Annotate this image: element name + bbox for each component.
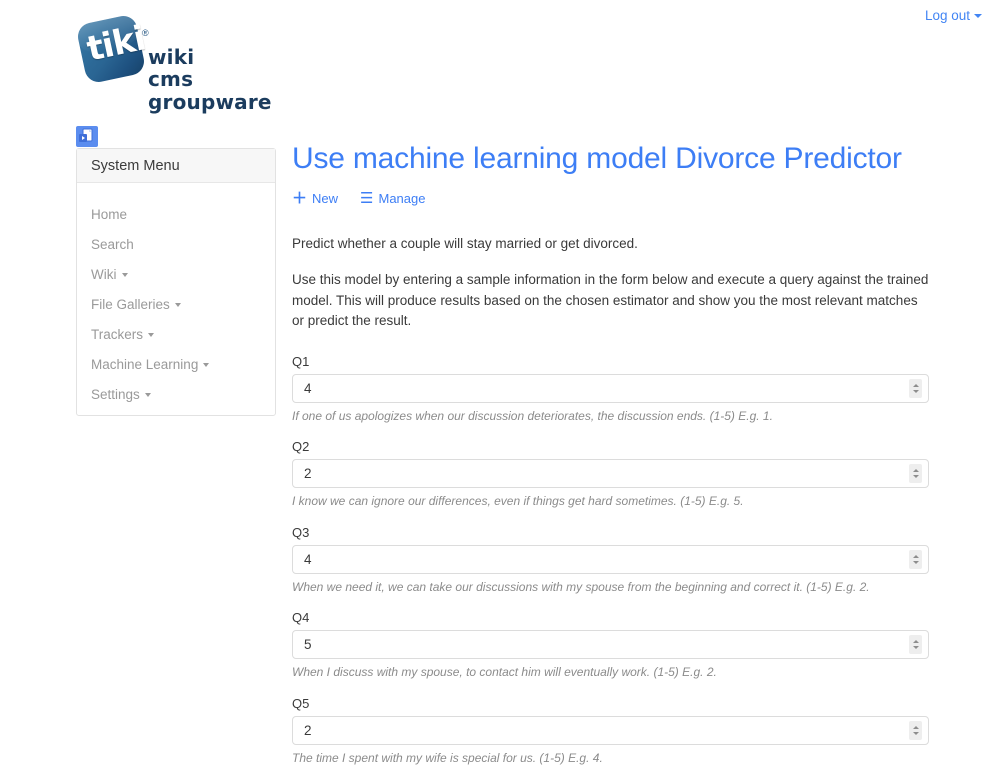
input-q4[interactable] (292, 630, 929, 660)
field-group: Q1 If one of us apologizes when our discu… (292, 354, 932, 425)
chevron-down-icon[interactable] (912, 389, 919, 393)
field-label-q4: Q4 (292, 610, 310, 626)
page-copy-icon[interactable] (76, 126, 98, 147)
number-stepper-q3[interactable] (909, 549, 922, 569)
field-group: Q4 When I discuss with my spouse, to cont… (292, 610, 932, 681)
chevron-up-icon[interactable] (912, 469, 919, 473)
manage-button[interactable]: ☰ Manage (360, 191, 425, 206)
prediction-form: Q1 If one of us apologizes when our discu… (292, 354, 932, 767)
list-item: Wiki (77, 259, 275, 289)
field-input-wrapper (292, 544, 932, 574)
chevron-up-icon[interactable] (912, 640, 919, 644)
field-help-q1: If one of us apologizes when our discuss… (292, 408, 773, 423)
new-button[interactable]: ＋ New (292, 191, 338, 206)
number-stepper-q4[interactable] (909, 635, 922, 655)
list-item: Machine Learning (77, 349, 275, 379)
input-q2[interactable] (292, 459, 929, 489)
input-q3[interactable] (292, 544, 929, 574)
chevron-up-icon[interactable] (912, 725, 919, 729)
number-stepper-q1[interactable] (909, 378, 922, 398)
chevron-down-icon (121, 272, 128, 277)
logout-link[interactable]: Log out (925, 8, 982, 23)
sidebar-item-home[interactable]: Home (91, 207, 127, 222)
sidebar-item-label: Settings (91, 386, 140, 402)
page-action-bar: ＋ New ☰ Manage (292, 191, 932, 206)
sidebar-item-label: Machine Learning (91, 356, 199, 372)
input-q1[interactable] (292, 373, 929, 403)
tagline-line-cms: cms (148, 67, 194, 92)
logout-label: Log out (924, 8, 970, 23)
sidebar-item-file-galleries[interactable]: File Galleries (91, 297, 181, 312)
intro-paragraph-2: Use this model by entering a sample info… (292, 272, 929, 329)
intro-paragraph-1: Predict whether a couple will stay marri… (292, 235, 638, 251)
field-group: Q2 I know we can ignore our differences, … (292, 439, 932, 510)
field-input-wrapper (292, 373, 932, 403)
chevron-down-icon (144, 392, 151, 397)
chevron-down-icon (148, 332, 155, 337)
sidebar-panel: System Menu Home Search Wiki File Galleries… (76, 148, 276, 416)
list-item: Search (77, 229, 275, 259)
tagline-line-wiki: wiki (148, 45, 195, 69)
field-help-q2: I know we can ignore our differences, ev… (292, 494, 744, 509)
chevron-up-icon[interactable] (912, 554, 919, 558)
field-help-q5: The time I spent with my wife is special… (292, 750, 603, 765)
tagline-line-groupware: groupware (148, 89, 272, 114)
sidebar-title: System Menu (77, 149, 275, 183)
sidebar-item-settings[interactable]: Settings (91, 387, 151, 402)
field-label-q5: Q5 (292, 695, 310, 711)
chevron-down-icon[interactable] (912, 646, 919, 650)
sidebar-menu: Home Search Wiki File Galleries Trackers Mach… (77, 183, 275, 417)
site-logo[interactable]: tiki ® wiki cms groupware (72, 8, 292, 113)
list-item: Trackers (77, 319, 275, 349)
field-input-wrapper (292, 459, 932, 489)
chevron-down-icon (203, 362, 210, 367)
field-label-q3: Q3 (292, 524, 310, 540)
field-help-q3: When we need it, we can take our discuss… (292, 579, 870, 594)
action-label: Manage (378, 190, 426, 206)
list-item: Settings (77, 379, 275, 409)
sidebar-item-trackers[interactable]: Trackers (91, 326, 155, 342)
field-label-q1: Q1 (292, 353, 310, 369)
sidebar-item-label: Home (91, 206, 128, 222)
tiki-logo-mark: tiki ® (72, 10, 150, 88)
chevron-down-icon (174, 302, 181, 307)
field-input-wrapper (292, 630, 932, 660)
sidebar-item-label: Wiki (91, 266, 117, 282)
number-stepper-q5[interactable] (909, 720, 922, 740)
chevron-down-icon[interactable] (912, 475, 919, 479)
sidebar-item-label: Trackers (91, 326, 144, 342)
number-stepper-q2[interactable] (909, 464, 922, 484)
field-input-wrapper (292, 715, 932, 745)
chevron-down-icon[interactable] (912, 731, 919, 735)
field-label-q2: Q2 (292, 439, 310, 455)
sidebar-item-label: Search (91, 236, 134, 252)
input-q5[interactable] (292, 715, 929, 745)
list-item: File Galleries (77, 289, 275, 319)
sidebar-item-wiki[interactable]: Wiki (91, 267, 128, 282)
chevron-up-icon[interactable] (912, 383, 919, 387)
main-content: Use machine learning model Divorce Predi… (292, 140, 932, 782)
sidebar-item-search[interactable]: Search (91, 237, 134, 252)
sidebar-item-label: File Galleries (91, 296, 170, 312)
page-title: Use machine learning model Divorce Predi… (292, 142, 902, 175)
list-item: Home (77, 199, 275, 229)
field-group: Q3 When we need it, we can take our discu… (292, 525, 932, 596)
action-label: New (312, 190, 339, 206)
sidebar-item-machine-learning[interactable]: Machine Learning (91, 356, 210, 372)
registered-trademark-icon: ® (142, 28, 149, 38)
tiki-logo-tagline: wiki cms groupware (148, 45, 272, 114)
chevron-down-icon[interactable] (912, 560, 919, 564)
caret-down-icon (974, 14, 982, 18)
field-help-q4: When I discuss with my spouse, to contac… (292, 665, 717, 680)
list-icon: ☰ (360, 189, 374, 207)
field-group: Q5 The time I spent with my wife is speci… (292, 696, 932, 767)
plus-icon: ＋ (292, 189, 308, 207)
